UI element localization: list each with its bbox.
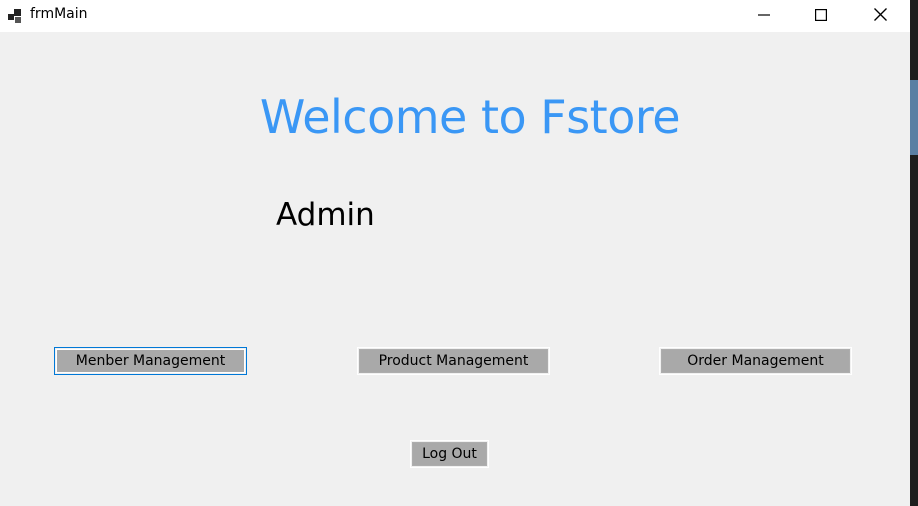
product-management-button[interactable]: Product Management [357,347,550,375]
background-accent [910,80,918,155]
title-bar[interactable]: frmMain [0,0,910,32]
maximize-icon [815,6,828,25]
order-management-button[interactable]: Order Management [659,347,852,375]
minimize-button[interactable] [741,0,787,30]
maximize-button[interactable] [798,0,844,30]
member-management-button[interactable]: Menber Management [54,347,247,375]
window-title: frmMain [30,6,88,22]
close-icon [873,6,887,25]
minimize-icon [758,6,770,25]
welcome-heading: Welcome to Fstore [259,90,681,144]
app-icon [7,8,23,24]
user-role-label: Admin [276,197,375,233]
background-window-edge [910,0,918,506]
close-button[interactable] [857,0,903,30]
main-window: frmMain Welcome to Fstore Admin Menber M… [0,0,910,506]
logout-button[interactable]: Log Out [410,440,489,468]
